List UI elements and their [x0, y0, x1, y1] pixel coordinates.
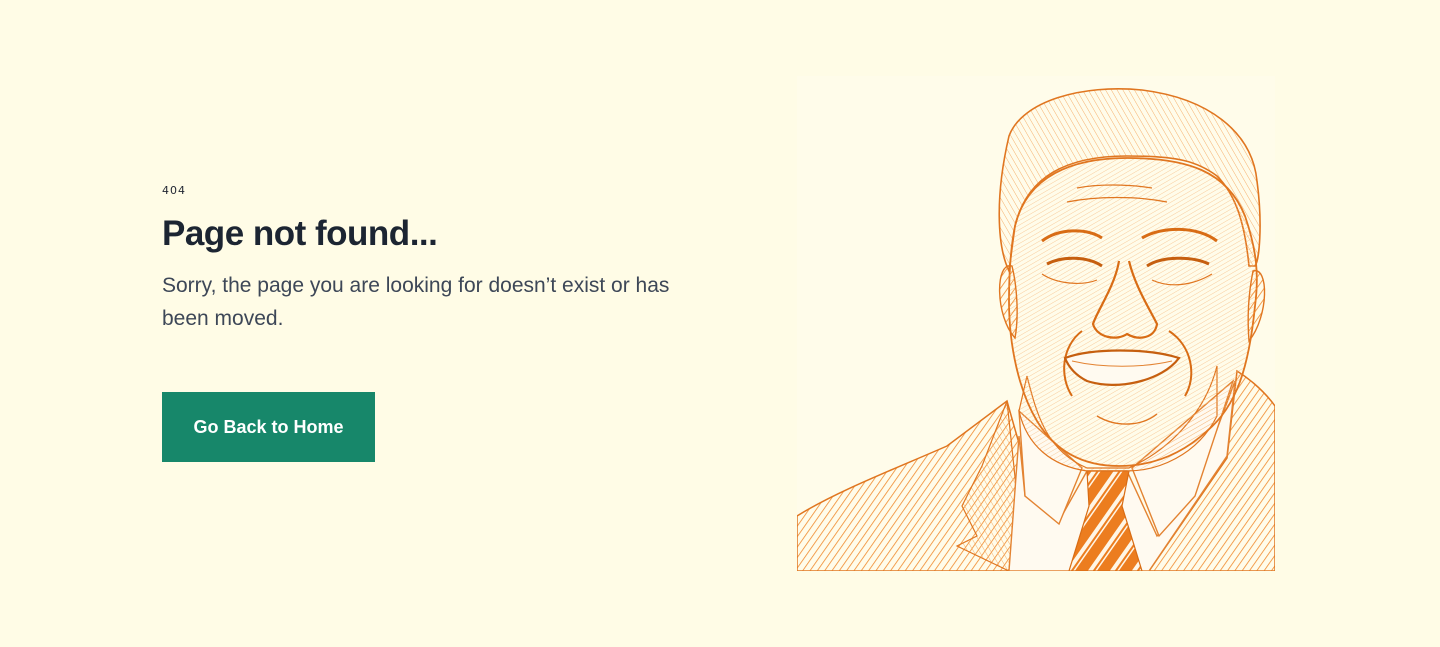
go-back-home-button[interactable]: Go Back to Home [162, 392, 375, 462]
smiling-man-portrait-icon [796, 88, 1276, 572]
error-message-section: 404 Page not found... Sorry, the page yo… [162, 183, 722, 462]
error-code: 404 [162, 184, 186, 197]
error-description: Sorry, the page you are looking for does… [162, 274, 670, 330]
portrait-illustration [796, 76, 1276, 572]
page-title: Page not found... [162, 214, 438, 253]
